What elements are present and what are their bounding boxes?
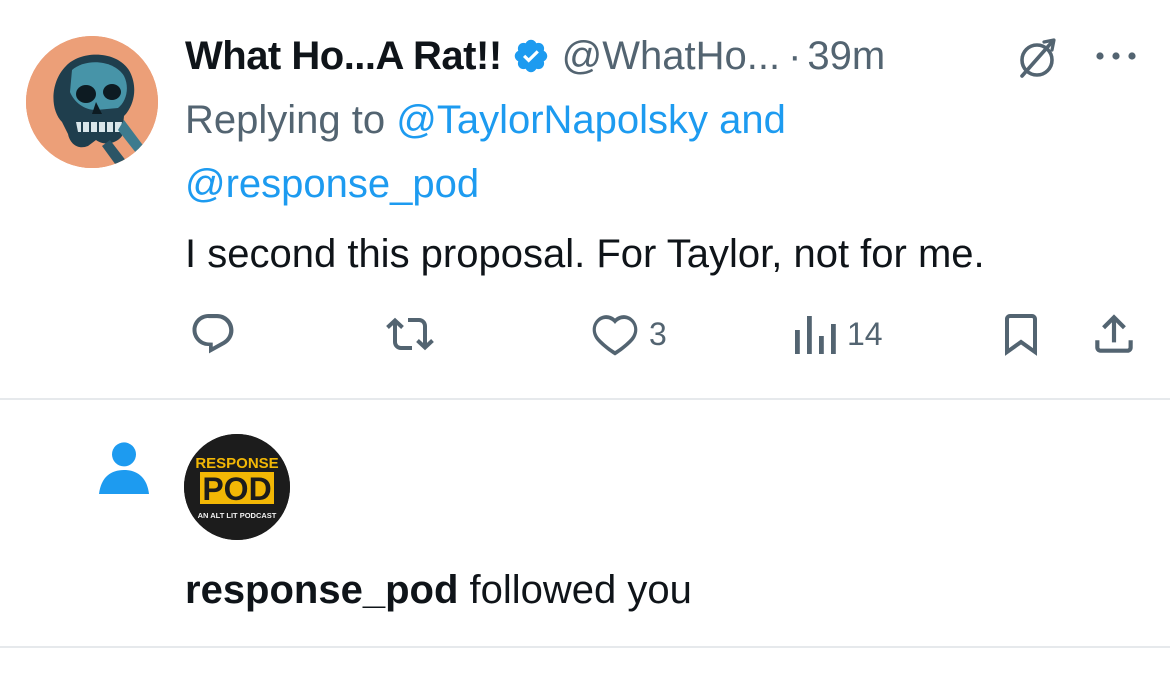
tweet-timestamp[interactable]: 39m (807, 34, 885, 79)
replying-prefix: Replying to (185, 98, 397, 142)
header-separator: · (788, 33, 802, 78)
person-icon (99, 442, 149, 494)
views-count: 14 (847, 315, 883, 352)
reply-button[interactable] (189, 306, 237, 362)
user-avatar[interactable] (26, 36, 158, 168)
retweet-button[interactable] (385, 306, 435, 362)
replying-and[interactable]: and (708, 98, 786, 142)
replying-to-line: Replying to @TaylorNapolsky and @respons… (185, 88, 1085, 216)
tweet-header: What Ho...A Rat!! @WhatHo... · 39m (185, 28, 885, 84)
more-options-icon[interactable] (1094, 46, 1138, 66)
heart-icon (592, 315, 638, 356)
response-pod-avatar[interactable]: RESPONSE POD AN ALT LIT PODCAST (184, 434, 290, 540)
mention-response-pod[interactable]: @response_pod (185, 162, 479, 206)
retweet-icon (386, 317, 434, 351)
follow-action-text: followed you (458, 568, 692, 612)
bookmark-icon (1005, 314, 1037, 356)
share-button[interactable] (1089, 306, 1139, 362)
skull-avatar-image (26, 36, 158, 168)
tweet-card[interactable]: What Ho...A Rat!! @WhatHo... · 39m Reply… (0, 0, 1170, 400)
views-chart-icon (795, 316, 836, 354)
grok-icon[interactable] (1014, 36, 1060, 80)
views-button[interactable]: 14 (793, 306, 883, 362)
mention-taylornapolsky[interactable]: @TaylorNapolsky (396, 98, 708, 142)
like-count: 3 (649, 315, 667, 352)
like-button[interactable]: 3 (591, 306, 667, 362)
reply-icon (192, 314, 234, 354)
logo-text-tagline: AN ALT LIT PODCAST (198, 511, 277, 520)
logo-text-pod: POD (202, 471, 271, 507)
follow-text: response_pod followed you (185, 562, 692, 618)
display-name[interactable]: What Ho...A Rat!! (185, 34, 502, 79)
follower-username[interactable]: response_pod (185, 568, 458, 612)
share-icon (1095, 314, 1133, 353)
response-pod-logo: RESPONSE POD AN ALT LIT PODCAST (184, 434, 290, 540)
user-handle[interactable]: @WhatHo... (562, 34, 780, 79)
logo-text-response: RESPONSE (195, 455, 278, 472)
follow-notification[interactable]: RESPONSE POD AN ALT LIT PODCAST response… (0, 400, 1170, 648)
bookmark-button[interactable] (997, 306, 1045, 362)
tweet-text: I second this proposal. For Taylor, not … (185, 232, 985, 276)
tweet-actions-bar: 3 14 (185, 306, 1145, 362)
verified-badge-icon (514, 39, 547, 73)
